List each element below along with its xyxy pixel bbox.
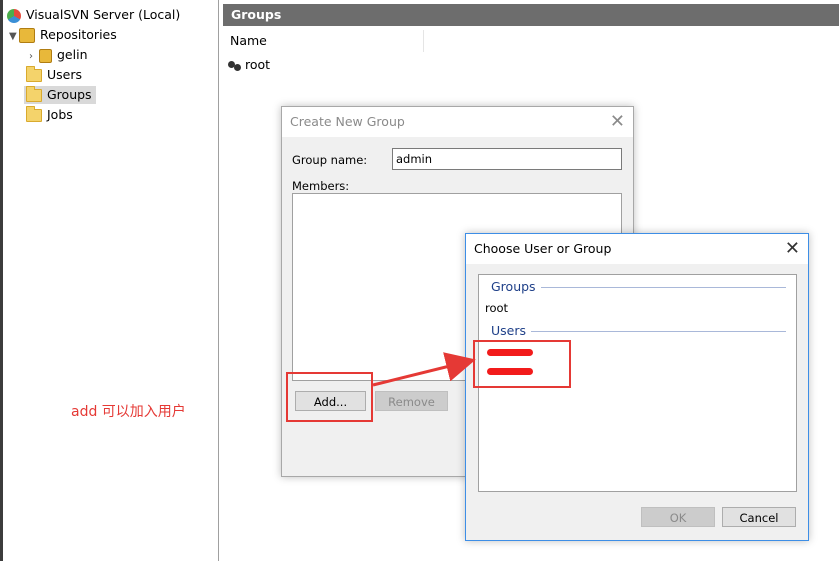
annotation-arrow bbox=[372, 352, 476, 387]
annotation-text: add 可以加入用户 bbox=[71, 404, 186, 420]
